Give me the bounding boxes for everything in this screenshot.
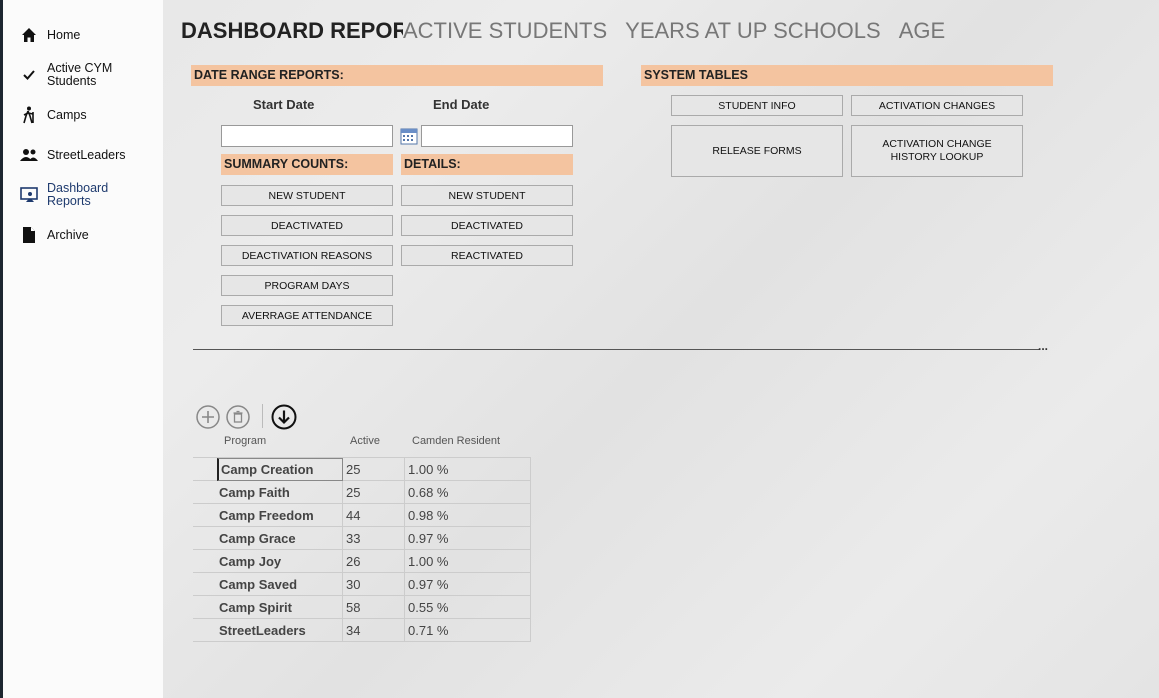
column-header-active[interactable]: Active: [350, 435, 380, 447]
sidebar-item-label: Reports: [47, 194, 91, 208]
column-header-program[interactable]: Program: [224, 435, 266, 447]
table-row[interactable]: Camp Freedom 44 0.98 %: [193, 504, 531, 527]
delete-icon[interactable]: [226, 405, 250, 434]
table-row[interactable]: Camp Joy 26 1.00 %: [193, 550, 531, 573]
check-icon: [20, 66, 38, 84]
sidebar-item-label: Archive: [47, 227, 89, 242]
sidebar-item-label: Camps: [47, 107, 87, 122]
program-cell[interactable]: Camp Grace: [217, 527, 343, 550]
details-new-student-button[interactable]: NEW STUDENT: [401, 185, 573, 206]
sidebar-item-archive[interactable]: Archive: [20, 226, 89, 244]
active-cell[interactable]: 25: [343, 481, 405, 504]
sidebar-item-label: Home: [47, 27, 81, 42]
sidebar-item-dashboard-reports[interactable]: Dashboard Reports: [20, 182, 108, 208]
page-title: DASHBOARD REPORTS: [181, 18, 403, 43]
active-cell[interactable]: 58: [343, 596, 405, 619]
program-cell[interactable]: StreetLeaders: [217, 619, 343, 642]
details-heading: DETAILS:: [401, 154, 573, 175]
add-icon[interactable]: [196, 405, 220, 434]
activation-change-history-lookup-button[interactable]: ACTIVATION CHANGE HISTORY LOOKUP: [851, 125, 1023, 177]
start-date-input[interactable]: [221, 125, 393, 147]
sidebar-item-label: StreetLeaders: [47, 147, 126, 162]
sidebar-item-active-cym-students[interactable]: Active CYM Students: [20, 62, 112, 88]
camden-resident-cell[interactable]: 1.00 %: [405, 550, 531, 573]
activation-changes-button[interactable]: ACTIVATION CHANGES: [851, 95, 1023, 116]
divider-ellipsis[interactable]: ...: [1038, 339, 1048, 353]
student-info-button[interactable]: STUDENT INFO: [671, 95, 843, 116]
tab-years-at-up-schools[interactable]: YEARS AT UP SCHOOLS: [625, 18, 881, 43]
sidebar: Home Active CYM Students Camps StreetLea…: [3, 0, 163, 698]
summary-program-days-button[interactable]: PROGRAM DAYS: [221, 275, 393, 296]
sidebar-item-home[interactable]: Home: [20, 26, 80, 44]
active-cell[interactable]: 44: [343, 504, 405, 527]
release-forms-button[interactable]: RELEASE FORMS: [671, 125, 843, 177]
start-date-label: Start Date: [253, 97, 315, 112]
active-cell[interactable]: 25: [343, 458, 405, 481]
date-range-heading: DATE RANGE REPORTS:: [191, 65, 603, 86]
section-divider: [193, 349, 1039, 350]
camden-resident-cell[interactable]: 0.98 %: [405, 504, 531, 527]
program-cell[interactable]: Camp Spirit: [217, 596, 343, 619]
column-header-camden-resident[interactable]: Camden Resident: [412, 435, 500, 447]
camden-resident-cell[interactable]: 0.97 %: [405, 527, 531, 550]
camden-resident-cell[interactable]: 0.71 %: [405, 619, 531, 642]
table-row[interactable]: StreetLeaders 34 0.71 %: [193, 619, 531, 642]
home-icon: [20, 26, 38, 44]
toolbar-separator: [262, 404, 263, 428]
sidebar-item-label: Dashboard: [47, 181, 109, 195]
active-cell[interactable]: 34: [343, 619, 405, 642]
sidebar-item-label: Students: [47, 74, 97, 88]
page-header: DASHBOARD REPORTSACTIVE STUDENTS YEARS AT…: [181, 18, 963, 46]
table-row[interactable]: Camp Creation 25 1.00 %: [193, 458, 531, 481]
tab-age[interactable]: AGE: [899, 18, 945, 43]
main-content: DASHBOARD REPORTSACTIVE STUDENTS YEARS AT…: [163, 0, 1159, 698]
end-date-input[interactable]: [421, 125, 573, 147]
summary-average-attendance-button[interactable]: AVERRAGE ATTENDANCE: [221, 305, 393, 326]
hiker-icon: [20, 106, 38, 124]
program-cell[interactable]: Camp Joy: [217, 550, 343, 573]
summary-deactivated-button[interactable]: DEACTIVATED: [221, 215, 393, 236]
camden-resident-cell[interactable]: 0.97 %: [405, 573, 531, 596]
calendar-icon[interactable]: [400, 127, 418, 145]
dashboard-icon: [20, 186, 38, 204]
tab-active-students[interactable]: ACTIVE STUDENTS: [403, 18, 607, 43]
document-icon: [20, 226, 38, 244]
program-cell[interactable]: Camp Faith: [217, 481, 343, 504]
camden-resident-cell[interactable]: 0.55 %: [405, 596, 531, 619]
sidebar-item-camps[interactable]: Camps: [20, 106, 87, 124]
download-icon[interactable]: [271, 404, 297, 435]
active-cell[interactable]: 33: [343, 527, 405, 550]
active-cell[interactable]: 30: [343, 573, 405, 596]
table-row[interactable]: Camp Saved 30 0.97 %: [193, 573, 531, 596]
system-tables-heading: SYSTEM TABLES: [641, 65, 1053, 86]
summary-new-student-button[interactable]: NEW STUDENT: [221, 185, 393, 206]
sidebar-item-label: Active CYM: [47, 61, 113, 75]
table-row[interactable]: Camp Grace 33 0.97 %: [193, 527, 531, 550]
program-cell[interactable]: Camp Creation: [217, 458, 343, 481]
people-icon: [20, 146, 38, 164]
summary-deactivation-reasons-button[interactable]: DEACTIVATION REASONS: [221, 245, 393, 266]
details-reactivated-button[interactable]: REACTIVATED: [401, 245, 573, 266]
camden-resident-cell[interactable]: 0.68 %: [405, 481, 531, 504]
table-row[interactable]: Camp Spirit 58 0.55 %: [193, 596, 531, 619]
program-cell[interactable]: Camp Saved: [217, 573, 343, 596]
details-deactivated-button[interactable]: DEACTIVATED: [401, 215, 573, 236]
sidebar-item-streetleaders[interactable]: StreetLeaders: [20, 146, 126, 164]
camden-resident-cell[interactable]: 1.00 %: [405, 458, 531, 481]
program-cell[interactable]: Camp Freedom: [217, 504, 343, 527]
active-cell[interactable]: 26: [343, 550, 405, 573]
summary-counts-heading: SUMMARY COUNTS:: [221, 154, 393, 175]
table-row[interactable]: Camp Faith 25 0.68 %: [193, 481, 531, 504]
program-table: Camp Creation 25 1.00 % Camp Faith 25 0.…: [193, 457, 531, 642]
end-date-label: End Date: [433, 97, 490, 112]
